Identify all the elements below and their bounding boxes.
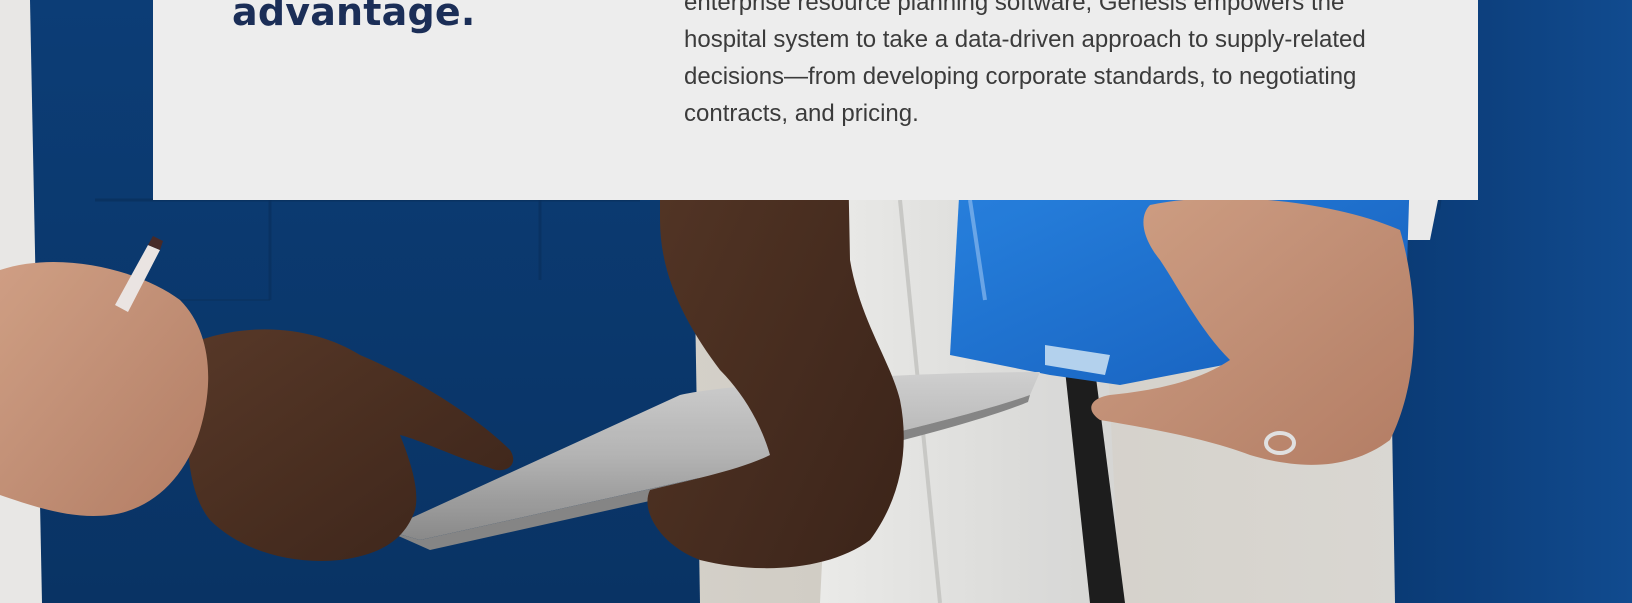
section-body-text: enterprise resource planning software, G…	[684, 0, 1366, 127]
content-card: advantage. enterprise resource planning …	[153, 0, 1478, 200]
page: advantage. enterprise resource planning …	[0, 0, 1632, 603]
section-heading: advantage.	[232, 0, 476, 34]
